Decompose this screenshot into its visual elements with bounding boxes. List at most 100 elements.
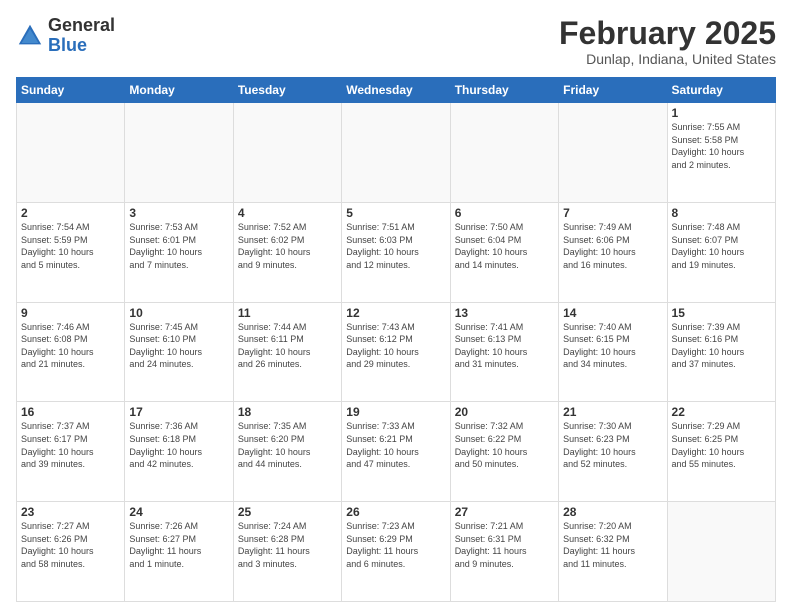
calendar-cell — [667, 502, 775, 602]
day-info: Sunrise: 7:40 AM Sunset: 6:15 PM Dayligh… — [563, 321, 662, 371]
calendar-cell: 6Sunrise: 7:50 AM Sunset: 6:04 PM Daylig… — [450, 202, 558, 302]
calendar-cell: 1Sunrise: 7:55 AM Sunset: 5:58 PM Daylig… — [667, 103, 775, 203]
calendar-week-1: 2Sunrise: 7:54 AM Sunset: 5:59 PM Daylig… — [17, 202, 776, 302]
calendar-cell: 2Sunrise: 7:54 AM Sunset: 5:59 PM Daylig… — [17, 202, 125, 302]
day-info: Sunrise: 7:37 AM Sunset: 6:17 PM Dayligh… — [21, 420, 120, 470]
calendar-header-saturday: Saturday — [667, 78, 775, 103]
calendar-cell: 26Sunrise: 7:23 AM Sunset: 6:29 PM Dayli… — [342, 502, 450, 602]
day-number: 12 — [346, 306, 445, 320]
calendar-cell — [125, 103, 233, 203]
calendar-cell: 17Sunrise: 7:36 AM Sunset: 6:18 PM Dayli… — [125, 402, 233, 502]
calendar-cell: 11Sunrise: 7:44 AM Sunset: 6:11 PM Dayli… — [233, 302, 341, 402]
day-number: 7 — [563, 206, 662, 220]
day-info: Sunrise: 7:29 AM Sunset: 6:25 PM Dayligh… — [672, 420, 771, 470]
day-info: Sunrise: 7:24 AM Sunset: 6:28 PM Dayligh… — [238, 520, 337, 570]
header: General Blue February 2025 Dunlap, India… — [16, 16, 776, 67]
day-number: 22 — [672, 405, 771, 419]
day-info: Sunrise: 7:52 AM Sunset: 6:02 PM Dayligh… — [238, 221, 337, 271]
calendar-cell: 14Sunrise: 7:40 AM Sunset: 6:15 PM Dayli… — [559, 302, 667, 402]
day-number: 21 — [563, 405, 662, 419]
page: General Blue February 2025 Dunlap, India… — [0, 0, 792, 612]
calendar-cell: 19Sunrise: 7:33 AM Sunset: 6:21 PM Dayli… — [342, 402, 450, 502]
day-number: 9 — [21, 306, 120, 320]
day-info: Sunrise: 7:41 AM Sunset: 6:13 PM Dayligh… — [455, 321, 554, 371]
calendar-cell: 22Sunrise: 7:29 AM Sunset: 6:25 PM Dayli… — [667, 402, 775, 502]
calendar-cell: 3Sunrise: 7:53 AM Sunset: 6:01 PM Daylig… — [125, 202, 233, 302]
calendar-cell: 23Sunrise: 7:27 AM Sunset: 6:26 PM Dayli… — [17, 502, 125, 602]
calendar-cell: 28Sunrise: 7:20 AM Sunset: 6:32 PM Dayli… — [559, 502, 667, 602]
calendar-cell: 16Sunrise: 7:37 AM Sunset: 6:17 PM Dayli… — [17, 402, 125, 502]
calendar-header-wednesday: Wednesday — [342, 78, 450, 103]
day-info: Sunrise: 7:53 AM Sunset: 6:01 PM Dayligh… — [129, 221, 228, 271]
day-number: 15 — [672, 306, 771, 320]
calendar-cell — [233, 103, 341, 203]
subtitle: Dunlap, Indiana, United States — [559, 51, 776, 67]
calendar-header-sunday: Sunday — [17, 78, 125, 103]
day-info: Sunrise: 7:46 AM Sunset: 6:08 PM Dayligh… — [21, 321, 120, 371]
day-info: Sunrise: 7:27 AM Sunset: 6:26 PM Dayligh… — [21, 520, 120, 570]
day-number: 26 — [346, 505, 445, 519]
calendar-week-3: 16Sunrise: 7:37 AM Sunset: 6:17 PM Dayli… — [17, 402, 776, 502]
logo-blue-text: Blue — [48, 35, 87, 55]
calendar-cell: 9Sunrise: 7:46 AM Sunset: 6:08 PM Daylig… — [17, 302, 125, 402]
main-title: February 2025 — [559, 16, 776, 51]
calendar-cell: 12Sunrise: 7:43 AM Sunset: 6:12 PM Dayli… — [342, 302, 450, 402]
calendar-week-0: 1Sunrise: 7:55 AM Sunset: 5:58 PM Daylig… — [17, 103, 776, 203]
calendar-header-row: SundayMondayTuesdayWednesdayThursdayFrid… — [17, 78, 776, 103]
calendar-cell: 20Sunrise: 7:32 AM Sunset: 6:22 PM Dayli… — [450, 402, 558, 502]
calendar-cell: 8Sunrise: 7:48 AM Sunset: 6:07 PM Daylig… — [667, 202, 775, 302]
day-number: 17 — [129, 405, 228, 419]
day-info: Sunrise: 7:45 AM Sunset: 6:10 PM Dayligh… — [129, 321, 228, 371]
day-info: Sunrise: 7:30 AM Sunset: 6:23 PM Dayligh… — [563, 420, 662, 470]
day-info: Sunrise: 7:54 AM Sunset: 5:59 PM Dayligh… — [21, 221, 120, 271]
calendar-cell: 4Sunrise: 7:52 AM Sunset: 6:02 PM Daylig… — [233, 202, 341, 302]
day-info: Sunrise: 7:26 AM Sunset: 6:27 PM Dayligh… — [129, 520, 228, 570]
calendar-cell — [450, 103, 558, 203]
day-info: Sunrise: 7:44 AM Sunset: 6:11 PM Dayligh… — [238, 321, 337, 371]
day-number: 28 — [563, 505, 662, 519]
day-number: 23 — [21, 505, 120, 519]
day-number: 1 — [672, 106, 771, 120]
day-info: Sunrise: 7:55 AM Sunset: 5:58 PM Dayligh… — [672, 121, 771, 171]
calendar-cell — [559, 103, 667, 203]
day-number: 2 — [21, 206, 120, 220]
day-number: 16 — [21, 405, 120, 419]
calendar-cell: 21Sunrise: 7:30 AM Sunset: 6:23 PM Dayli… — [559, 402, 667, 502]
day-info: Sunrise: 7:36 AM Sunset: 6:18 PM Dayligh… — [129, 420, 228, 470]
day-info: Sunrise: 7:32 AM Sunset: 6:22 PM Dayligh… — [455, 420, 554, 470]
calendar-header-monday: Monday — [125, 78, 233, 103]
day-info: Sunrise: 7:43 AM Sunset: 6:12 PM Dayligh… — [346, 321, 445, 371]
day-number: 6 — [455, 206, 554, 220]
day-number: 19 — [346, 405, 445, 419]
calendar-cell — [342, 103, 450, 203]
day-number: 18 — [238, 405, 337, 419]
day-number: 27 — [455, 505, 554, 519]
logo-text: General Blue — [48, 16, 115, 56]
day-number: 13 — [455, 306, 554, 320]
day-info: Sunrise: 7:21 AM Sunset: 6:31 PM Dayligh… — [455, 520, 554, 570]
day-number: 11 — [238, 306, 337, 320]
day-info: Sunrise: 7:50 AM Sunset: 6:04 PM Dayligh… — [455, 221, 554, 271]
calendar-header-friday: Friday — [559, 78, 667, 103]
calendar-header-thursday: Thursday — [450, 78, 558, 103]
calendar-cell: 18Sunrise: 7:35 AM Sunset: 6:20 PM Dayli… — [233, 402, 341, 502]
calendar-cell: 15Sunrise: 7:39 AM Sunset: 6:16 PM Dayli… — [667, 302, 775, 402]
calendar-cell — [17, 103, 125, 203]
day-info: Sunrise: 7:20 AM Sunset: 6:32 PM Dayligh… — [563, 520, 662, 570]
day-number: 24 — [129, 505, 228, 519]
day-number: 20 — [455, 405, 554, 419]
calendar-table: SundayMondayTuesdayWednesdayThursdayFrid… — [16, 77, 776, 602]
logo-general-text: General — [48, 15, 115, 35]
calendar-cell: 7Sunrise: 7:49 AM Sunset: 6:06 PM Daylig… — [559, 202, 667, 302]
day-number: 10 — [129, 306, 228, 320]
calendar-header-tuesday: Tuesday — [233, 78, 341, 103]
day-info: Sunrise: 7:48 AM Sunset: 6:07 PM Dayligh… — [672, 221, 771, 271]
calendar-cell: 25Sunrise: 7:24 AM Sunset: 6:28 PM Dayli… — [233, 502, 341, 602]
calendar-cell: 24Sunrise: 7:26 AM Sunset: 6:27 PM Dayli… — [125, 502, 233, 602]
calendar-week-4: 23Sunrise: 7:27 AM Sunset: 6:26 PM Dayli… — [17, 502, 776, 602]
logo: General Blue — [16, 16, 115, 56]
calendar-cell: 5Sunrise: 7:51 AM Sunset: 6:03 PM Daylig… — [342, 202, 450, 302]
title-block: February 2025 Dunlap, Indiana, United St… — [559, 16, 776, 67]
day-number: 14 — [563, 306, 662, 320]
calendar-cell: 27Sunrise: 7:21 AM Sunset: 6:31 PM Dayli… — [450, 502, 558, 602]
